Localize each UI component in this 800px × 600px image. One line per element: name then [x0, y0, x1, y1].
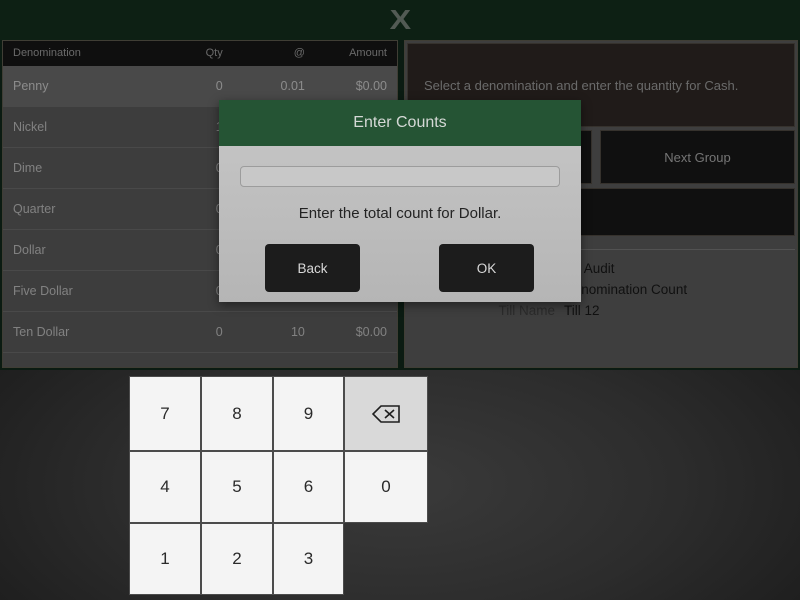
- keypad-backspace-icon[interactable]: [344, 376, 428, 451]
- cell-denomination: Ten Dollar: [3, 311, 145, 353]
- table-row[interactable]: Ten Dollar 0 10 $0.00: [3, 311, 397, 353]
- table-header: Denomination Qty @ Amount: [3, 41, 397, 66]
- enter-counts-dialog: Enter Counts Enter the total count for D…: [219, 100, 581, 302]
- dialog-prompt-text: Enter the total count for Dollar.: [298, 205, 502, 222]
- column-header-qty: Qty: [144, 41, 233, 66]
- info-value: Till 12: [564, 303, 600, 318]
- dialog-count-input[interactable]: [240, 166, 560, 187]
- cell-denomination: Dollar: [3, 229, 145, 271]
- info-value: Denomination Count: [564, 282, 688, 297]
- numeric-keypad: 7 8 9 4 5 6 0 1 2 3: [129, 376, 428, 595]
- cell-denomination: Twenty Dollar: [3, 352, 145, 367]
- dialog-back-button[interactable]: Back: [265, 244, 360, 292]
- column-header-at: @: [232, 41, 315, 66]
- dialog-body: Enter the total count for Dollar. Back O…: [219, 146, 581, 302]
- app-logo-x-icon: X: [389, 4, 411, 35]
- cell-denomination: Penny: [13, 79, 49, 93]
- dialog-ok-button[interactable]: OK: [439, 244, 534, 292]
- keypad-key-6[interactable]: 6: [273, 451, 344, 523]
- next-group-button[interactable]: Next Group: [600, 130, 795, 184]
- cell-qty: 0: [144, 352, 233, 367]
- column-header-denomination: Denomination: [3, 41, 145, 66]
- cell-denomination: Quarter: [3, 188, 145, 230]
- info-label: Till Name: [498, 303, 555, 318]
- table-row[interactable]: Twenty Dollar 0 20 $0.00: [3, 352, 397, 367]
- cell-amount: $0.00: [314, 352, 397, 367]
- keypad-key-1[interactable]: 1: [129, 523, 201, 595]
- keypad-key-3[interactable]: 3: [273, 523, 344, 595]
- keypad-key-9[interactable]: 9: [273, 376, 344, 451]
- keypad-key-0[interactable]: 0: [344, 451, 428, 523]
- info-row-till-name: Till Name Till 12: [407, 300, 795, 321]
- cell-qty: 0: [144, 311, 233, 353]
- cell-at: 20: [232, 352, 315, 367]
- cell-at: 10: [232, 311, 315, 353]
- column-header-amount: Amount: [314, 41, 397, 66]
- titlebar: X: [0, 0, 800, 40]
- app-root: X Denomination Qty @ Amount Penny 0 0.01…: [0, 0, 800, 600]
- dialog-header: Enter Counts: [219, 100, 581, 146]
- cell-denomination: Five Dollar: [3, 270, 145, 312]
- numeric-keypad-area: 7 8 9 4 5 6 0 1 2 3 400: [0, 370, 800, 600]
- keypad-key-8[interactable]: 8: [201, 376, 273, 451]
- table-header-row: Denomination Qty @ Amount: [3, 41, 397, 66]
- cell-denomination: Nickel: [3, 106, 145, 148]
- keypad-key-2[interactable]: 2: [201, 523, 273, 595]
- keypad-key-4[interactable]: 4: [129, 451, 201, 523]
- keypad-key-5[interactable]: 5: [201, 451, 273, 523]
- cell-amount: $0.00: [314, 311, 397, 353]
- dialog-title: Enter Counts: [353, 114, 447, 131]
- instruction-text: Select a denomination and enter the quan…: [424, 77, 739, 93]
- keypad-key-7[interactable]: 7: [129, 376, 201, 451]
- cell-denomination: Dime: [3, 147, 145, 189]
